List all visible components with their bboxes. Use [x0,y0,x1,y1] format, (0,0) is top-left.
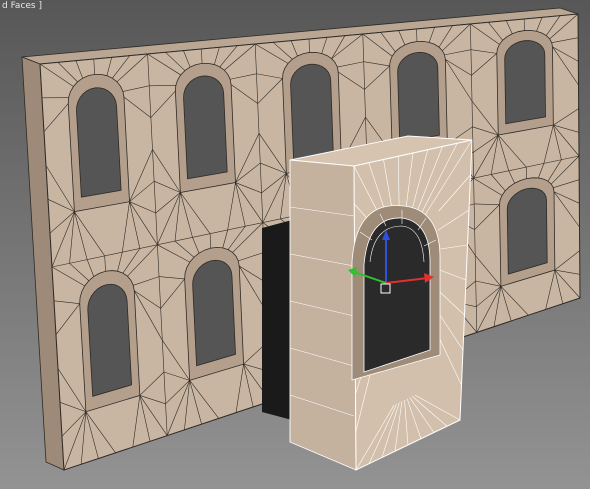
wall-window-opening [192,259,236,367]
wall-window-opening [397,51,440,143]
wall-window-opening [506,187,548,275]
wall-window-opening [290,63,334,161]
wall-window-opening [76,87,122,198]
panel-side-face [289,159,357,471]
wall-window-opening [87,283,133,397]
perspective-viewport[interactable]: d Faces ] [0,0,590,489]
panel-shadow [262,220,292,420]
single-window-panel-mesh[interactable] [289,135,473,471]
viewport-canvas[interactable] [0,0,590,489]
wall-window-opening [183,75,228,180]
viewport-label[interactable]: d Faces ] [0,0,44,12]
wall-window-opening [504,40,546,125]
